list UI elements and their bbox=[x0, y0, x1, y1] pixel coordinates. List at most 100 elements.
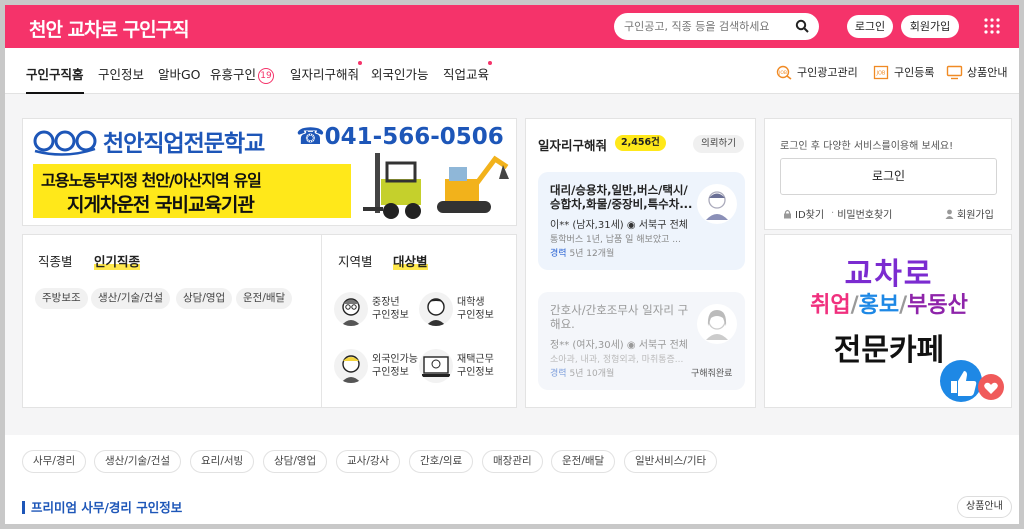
hire-item-experience: 경력 5년 12개월 bbox=[550, 246, 614, 259]
tab-by-target[interactable]: 대상별 bbox=[393, 251, 428, 270]
cafe-promo-ad[interactable]: 교차로 취업/홍보/부동산 전문카페 bbox=[764, 234, 1012, 408]
search-icon[interactable] bbox=[795, 19, 809, 33]
category-chip[interactable]: 간호/의료 bbox=[409, 450, 474, 473]
category-chip[interactable]: 매장관리 bbox=[482, 450, 543, 473]
category-panel: 직종별 인기직종 주방보조 생산/기술/건설 상담/영업 운전/배달 지역별 대… bbox=[22, 234, 517, 408]
monitor-icon bbox=[946, 65, 963, 79]
hire-person: 정** (여자,30세) bbox=[550, 340, 624, 351]
thumbs-up-heart-icon bbox=[940, 360, 1004, 402]
tab-popular-jobs[interactable]: 인기직종 bbox=[94, 251, 140, 270]
login-button[interactable]: 로그인 bbox=[780, 158, 997, 195]
nav-ad-manage[interactable]: JOB 구인광고관리 bbox=[776, 64, 858, 80]
premium-products-button[interactable]: 상품안내 bbox=[957, 496, 1012, 518]
hire-item[interactable]: 대리/승용차,일반,버스/택시/승합차,화물/중장비,특수차... 이** (남… bbox=[538, 172, 745, 270]
request-button[interactable]: 의뢰하기 bbox=[693, 135, 744, 153]
popular-chip[interactable]: 주방보조 bbox=[35, 288, 88, 309]
header-join-button[interactable]: 회원가입 bbox=[901, 15, 959, 38]
join-link[interactable]: 회원가입 bbox=[945, 206, 994, 221]
popular-chip[interactable]: 생산/기술/건설 bbox=[91, 288, 171, 309]
hire-item-meta: 정** (여자,30세) ◉ 서북구 전체 bbox=[550, 336, 688, 351]
nav-find-me-job-label: 일자리구해줘 bbox=[290, 67, 360, 82]
popular-chip[interactable]: 운전/배달 bbox=[236, 288, 293, 309]
logo-prefix: 천안 bbox=[29, 19, 63, 41]
nav-job-training-label: 직업교육 bbox=[443, 67, 490, 82]
hire-item-title: 간호사/간호조무사 일자리 구해요. bbox=[550, 303, 689, 331]
banner-line-2: 지게차운전 국비교육기관 bbox=[67, 194, 255, 216]
category-chip[interactable]: 사무/경리 bbox=[22, 450, 87, 473]
location-pin-icon: ◉ bbox=[626, 220, 636, 231]
header-login-button[interactable]: 로그인 bbox=[847, 15, 893, 38]
student-avatar-icon bbox=[419, 292, 453, 326]
nav-products-label: 상품안내 bbox=[967, 66, 1008, 79]
hire-avatar-icon bbox=[697, 304, 737, 344]
logo-suffix: 구인구직 bbox=[122, 19, 190, 41]
search-box bbox=[614, 13, 819, 40]
target-middle-aged[interactable]: 중장년 구인정보 bbox=[334, 292, 409, 326]
category-chip[interactable]: 요리/서빙 bbox=[190, 450, 255, 473]
join-label: 회원가입 bbox=[957, 210, 994, 221]
tab-by-job[interactable]: 직종별 bbox=[38, 251, 73, 270]
page-frame: 천안 교차로 구인구직 로그인 회원가입 구인구직홈 구인정보 알바GO 유흥구… bbox=[5, 5, 1019, 524]
logo-brand: 교차로 bbox=[67, 19, 118, 41]
nav-products[interactable]: 상품안내 bbox=[946, 64, 1007, 80]
school-banner-ad[interactable]: 천안직업전문학교 ☎041-566-0506 고용노동부지정 천안/아산지역 유… bbox=[22, 118, 517, 226]
nav-home[interactable]: 구인구직홈 bbox=[26, 64, 84, 94]
hire-avatar-icon bbox=[697, 184, 737, 224]
popular-chip[interactable]: 상담/영업 bbox=[176, 288, 233, 309]
target-sublabel: 구인정보 bbox=[372, 367, 409, 378]
new-dot-indicator bbox=[358, 61, 362, 65]
location-pin-icon: ◉ bbox=[626, 340, 636, 351]
top-header: 천안 교차로 구인구직 로그인 회원가입 bbox=[5, 5, 1019, 48]
nav-register[interactable]: JOB 구인등록 bbox=[873, 64, 934, 80]
banner-line-1: 고용노동부지정 천안/아산지역 유일 bbox=[41, 171, 262, 190]
person-icon bbox=[945, 209, 954, 219]
login-panel: 로그인 후 다양한 서비스를이용해 보세요! 로그인 ID찾기 · 비밀번호찾기… bbox=[764, 118, 1012, 230]
nav-adult-jobs[interactable]: 유흥구인 19 bbox=[210, 64, 275, 84]
separator-dot: · bbox=[831, 208, 835, 219]
target-remote-work[interactable]: 재택근무 구인정보 bbox=[419, 349, 494, 383]
search-input[interactable] bbox=[624, 18, 789, 35]
hire-item[interactable]: 간호사/간호조무사 일자리 구해요. 정** (여자,30세) ◉ 서북구 전체… bbox=[538, 292, 745, 390]
hire-complete-badge: 구해줘완료 bbox=[691, 369, 733, 379]
svg-text:JOB: JOB bbox=[876, 70, 886, 76]
nav-ad-manage-label: 구인광고관리 bbox=[797, 66, 858, 79]
find-me-job-panel: 일자리구해줘 2,456건 의뢰하기 대리/승용차,일반,버스/택시/승합차,화… bbox=[525, 118, 756, 408]
register-icon: JOB bbox=[873, 65, 889, 79]
hire-count-badge: 2,456건 bbox=[615, 135, 666, 151]
ad-keywords: 취업/홍보/부동산 bbox=[810, 293, 968, 318]
hire-region: 서북구 전체 bbox=[638, 220, 688, 231]
find-password-link[interactable]: · 비밀번호찾기 bbox=[831, 206, 892, 221]
job-category-strip: 사무/경리 생산/기술/건설 요리/서빙 상담/영업 교사/강사 간호/의료 매… bbox=[5, 435, 1019, 524]
target-sublabel: 구인정보 bbox=[372, 310, 409, 321]
nav-register-label: 구인등록 bbox=[894, 66, 935, 79]
tab-by-region[interactable]: 지역별 bbox=[338, 251, 373, 270]
app-grid-icon[interactable] bbox=[984, 18, 1000, 34]
nav-job-training[interactable]: 직업교육 bbox=[443, 61, 492, 83]
find-id-link[interactable]: ID찾기 bbox=[783, 206, 824, 221]
ad-word-realestate: 부동산 bbox=[907, 293, 968, 318]
exp-label: 경력 bbox=[550, 369, 567, 379]
target-label: 외국인가능 bbox=[372, 354, 418, 365]
category-chip[interactable]: 생산/기술/건설 bbox=[94, 450, 182, 473]
nav-foreigner-ok[interactable]: 외국인가능 bbox=[371, 64, 429, 83]
target-foreigner[interactable]: 외국인가능구인정보 bbox=[334, 349, 418, 383]
find-password-label: 비밀번호찾기 bbox=[837, 210, 893, 221]
hire-item-desc: 소아과, 내과, 정형외과, 마취통증... bbox=[550, 355, 684, 365]
nav-albago[interactable]: 알바GO bbox=[158, 64, 201, 83]
target-sublabel: 구인정보 bbox=[457, 310, 494, 321]
category-chip[interactable]: 상담/영업 bbox=[263, 450, 328, 473]
category-chip[interactable]: 일반서비스/기타 bbox=[624, 450, 718, 473]
banner-phone: ☎041-566-0506 bbox=[296, 124, 504, 150]
nav-job-info[interactable]: 구인정보 bbox=[98, 64, 144, 83]
category-chip[interactable]: 교사/강사 bbox=[336, 450, 401, 473]
target-label: 대학생 bbox=[457, 297, 485, 308]
nav-find-me-job[interactable]: 일자리구해줘 bbox=[290, 61, 362, 83]
foreigner-avatar-icon bbox=[334, 349, 368, 383]
target-college-student[interactable]: 대학생구인정보 bbox=[419, 292, 494, 326]
hire-region: 서북구 전체 bbox=[638, 340, 688, 351]
hire-panel-title[interactable]: 일자리구해줘 bbox=[538, 135, 607, 154]
category-chip[interactable]: 운전/배달 bbox=[551, 450, 616, 473]
hire-person: 이** (남자,31세) bbox=[550, 220, 624, 231]
site-logo[interactable]: 천안 교차로 구인구직 bbox=[29, 15, 190, 42]
target-sublabel: 구인정보 bbox=[457, 367, 494, 378]
